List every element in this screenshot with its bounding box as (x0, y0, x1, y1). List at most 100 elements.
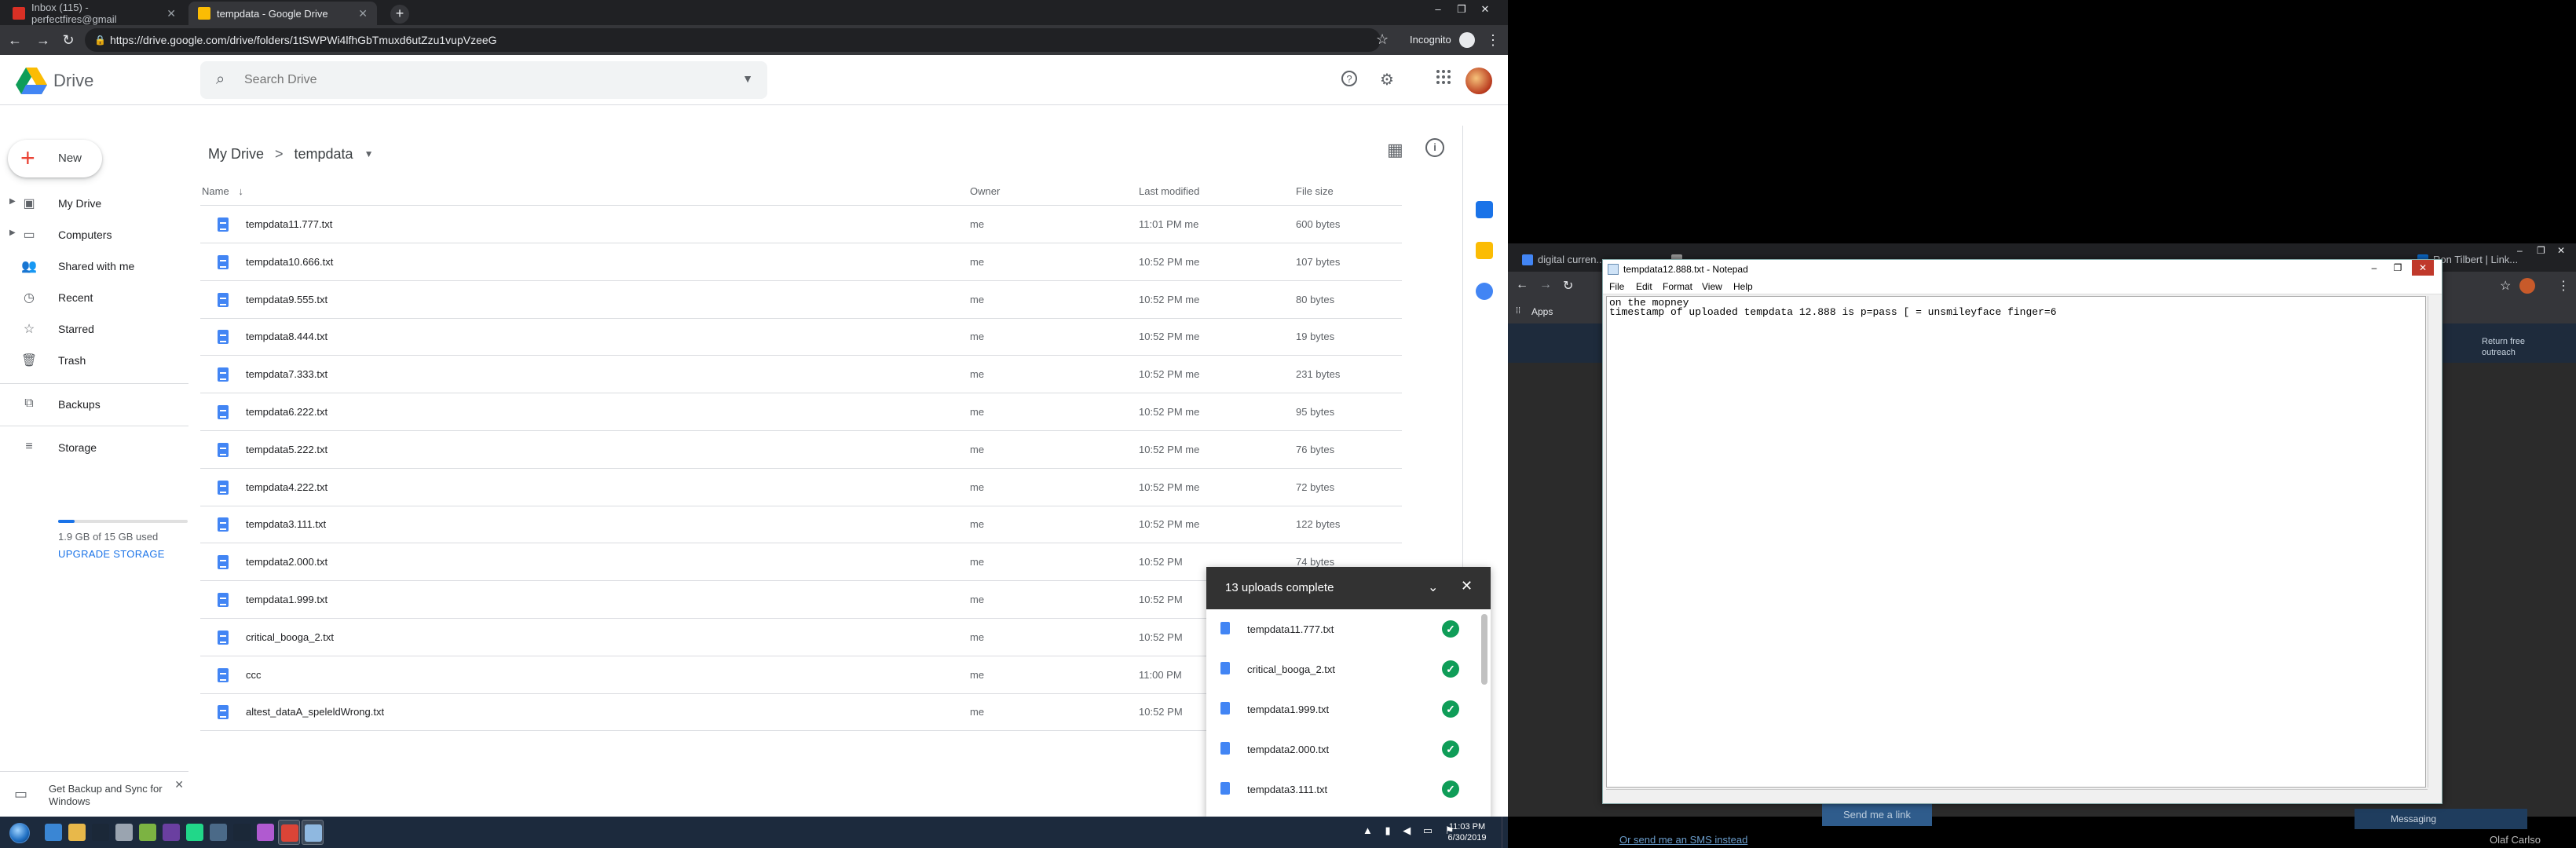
sidebar-item-starred[interactable]: ☆ Starred (0, 313, 188, 345)
drive-logo-icon[interactable] (16, 68, 47, 94)
menu-format[interactable]: Format (1663, 281, 1692, 292)
sidebar-item-my-drive[interactable]: ▶ ▣ My Drive (0, 188, 188, 219)
send-link-button[interactable]: Send me a link (1822, 804, 1932, 826)
search-options-icon[interactable]: ▼ (742, 72, 753, 85)
upload-item[interactable]: critical_booga_2.txt ✓ (1206, 649, 1481, 689)
taskbar-app-notepadpp[interactable] (137, 820, 159, 845)
tab-inbox[interactable]: Inbox (115) - perfectfires@gmail ✕ (3, 2, 185, 25)
search-icon[interactable]: ⌕ (216, 71, 225, 89)
calendar-icon[interactable] (1476, 201, 1493, 218)
details-info-icon[interactable]: i (1425, 138, 1444, 157)
bookmark-star-icon[interactable]: ☆ (2500, 278, 2511, 294)
restore-window-button[interactable]: ❐ (2537, 245, 2545, 256)
menu-edit[interactable]: Edit (1636, 281, 1652, 292)
notepad-text-area[interactable]: on the mopney timestamp of uploaded tempd… (1606, 296, 2426, 788)
tab-drive[interactable]: tempdata - Google Drive ✕ (188, 2, 377, 25)
taskbar-app-ie[interactable] (42, 820, 64, 845)
minimize-window-button[interactable]: – (1429, 3, 1447, 17)
sidebar-item-shared[interactable]: 👥 Shared with me (0, 250, 188, 282)
back-icon[interactable]: ← (6, 32, 24, 49)
taskbar-app-chrome[interactable] (278, 820, 300, 845)
file-row[interactable]: tempdata8.444.txt me 10:52 PM me 19 bytes (200, 318, 1402, 356)
upload-item[interactable]: tempdata1.999.txt ✓ (1206, 689, 1481, 729)
grid-view-icon[interactable]: ▦ (1387, 140, 1403, 160)
column-header-last-modified[interactable]: Last modified (1139, 185, 1199, 197)
sort-arrow-icon[interactable]: ↓ (238, 185, 243, 197)
chrome-menu-icon[interactable]: ⋮ (2557, 278, 2570, 294)
close-tab-icon[interactable]: ✕ (358, 7, 368, 20)
tasks-icon[interactable] (1476, 283, 1493, 300)
sms-link[interactable]: Or send me an SMS instead (1619, 834, 1747, 846)
upload-item[interactable]: tempdata11.777.txt ✓ (1206, 609, 1481, 649)
sidebar-item-computers[interactable]: ▶ ▭ Computers (0, 219, 188, 250)
file-row[interactable]: tempdata10.666.txt me 10:52 PM me 107 bytes (200, 243, 1402, 281)
horizontal-scrollbar[interactable] (1606, 789, 2428, 802)
taskbar-clock[interactable]: 11:03 PM 6/30/2019 (1444, 821, 1491, 843)
restore-window-button[interactable]: ❐ (1453, 3, 1470, 17)
file-row[interactable]: tempdata7.333.txt me 10:52 PM me 231 bytes (200, 356, 1402, 394)
upload-list-scrollbar[interactable] (1481, 614, 1487, 685)
close-window-button[interactable]: ✕ (2557, 245, 2565, 256)
messaging-bar[interactable]: Messaging (2355, 809, 2527, 829)
close-window-button[interactable]: ✕ (2412, 260, 2434, 276)
reload-icon[interactable]: ↻ (60, 32, 77, 49)
apps-grid-icon[interactable] (1433, 69, 1454, 91)
new-tab-button[interactable]: + (390, 5, 409, 24)
show-desktop-button[interactable] (1502, 817, 1508, 848)
taskbar-app-notepad[interactable] (302, 820, 324, 845)
file-row[interactable]: tempdata9.555.txt me 10:52 PM me 80 bytes (200, 281, 1402, 319)
close-panel-icon[interactable]: ✕ (1461, 578, 1473, 594)
expand-caret-icon[interactable]: ▶ (9, 197, 16, 206)
account-avatar[interactable] (2519, 278, 2535, 294)
backup-sync-promo[interactable]: ▭ Get Backup and Sync for Windows ✕ (0, 771, 188, 817)
new-button[interactable]: + New (8, 140, 102, 177)
minimize-panel-icon[interactable]: ⌄ (1428, 579, 1438, 595)
file-row[interactable]: tempdata5.222.txt me 10:52 PM me 76 bytes (200, 431, 1402, 469)
close-tab-icon[interactable]: ✕ (166, 7, 176, 20)
column-header-owner[interactable]: Owner (970, 185, 1000, 197)
folder-menu-caret-icon[interactable]: ▼ (364, 148, 374, 159)
taskbar-app-obs[interactable] (160, 820, 182, 845)
reload-icon[interactable]: ↻ (1563, 278, 1573, 294)
menu-file[interactable]: File (1609, 281, 1624, 292)
taskbar-app-explorer[interactable] (66, 820, 88, 845)
search-bar[interactable]: ⌕ ▼ (200, 61, 767, 99)
bookmark-star-icon[interactable]: ☆ (1376, 31, 1389, 48)
taskbar-app-steam2[interactable] (231, 820, 253, 845)
expand-caret-icon[interactable]: ▶ (9, 228, 16, 237)
breadcrumb-current[interactable]: tempdata (295, 146, 353, 163)
sidebar-item-backups[interactable]: ⧉ Backups (0, 389, 188, 420)
menu-help[interactable]: Help (1733, 281, 1753, 292)
chrome-menu-icon[interactable]: ⋮ (1486, 32, 1500, 49)
vertical-scrollbar[interactable] (2428, 296, 2440, 788)
taskbar-app-steam[interactable] (90, 820, 112, 845)
restore-window-button[interactable]: ❐ (2387, 260, 2409, 276)
file-row[interactable]: tempdata11.777.txt me 11:01 PM me 600 bytes (200, 206, 1402, 243)
menu-view[interactable]: View (1702, 281, 1722, 292)
upgrade-storage-link[interactable]: UPGRADE STORAGE (58, 548, 165, 560)
file-row[interactable]: tempdata3.111.txt me 10:52 PM me 122 bytes (200, 506, 1402, 544)
taskbar-app-task[interactable] (207, 820, 229, 845)
close-promo-icon[interactable]: ✕ (174, 778, 184, 791)
taskbar-app-pycharm[interactable] (184, 820, 206, 845)
sidebar-item-recent[interactable]: ◷ Recent (0, 282, 188, 313)
minimize-window-button[interactable]: – (2517, 245, 2523, 256)
file-row[interactable]: tempdata4.222.txt me 10:52 PM me 72 bytes (200, 469, 1402, 506)
upload-item[interactable]: tempdata3.111.txt ✓ (1206, 769, 1481, 810)
address-bar[interactable]: 🔒 https://drive.google.com/drive/folders… (85, 28, 1381, 52)
taskbar-app-recorder[interactable] (113, 820, 135, 845)
apps-bookmark[interactable]: Apps (1531, 306, 1553, 317)
search-input[interactable] (244, 69, 684, 91)
incognito-icon[interactable] (1459, 32, 1475, 48)
back-icon[interactable]: ← (1516, 278, 1528, 292)
upload-item[interactable]: tempdata2.000.txt ✓ (1206, 729, 1481, 769)
column-header-file-size[interactable]: File size (1296, 185, 1334, 197)
sidebar-item-storage[interactable]: ≡ Storage (0, 432, 188, 463)
keep-icon[interactable] (1476, 242, 1493, 259)
settings-gear-icon[interactable]: ⚙ (1376, 69, 1398, 91)
help-icon[interactable]: ? (1338, 69, 1360, 91)
sidebar-item-trash[interactable]: 🗑 Trash (0, 345, 188, 376)
forward-icon[interactable]: → (1539, 278, 1552, 292)
forward-icon[interactable]: → (35, 32, 52, 49)
minimize-window-button[interactable]: – (2363, 260, 2385, 276)
